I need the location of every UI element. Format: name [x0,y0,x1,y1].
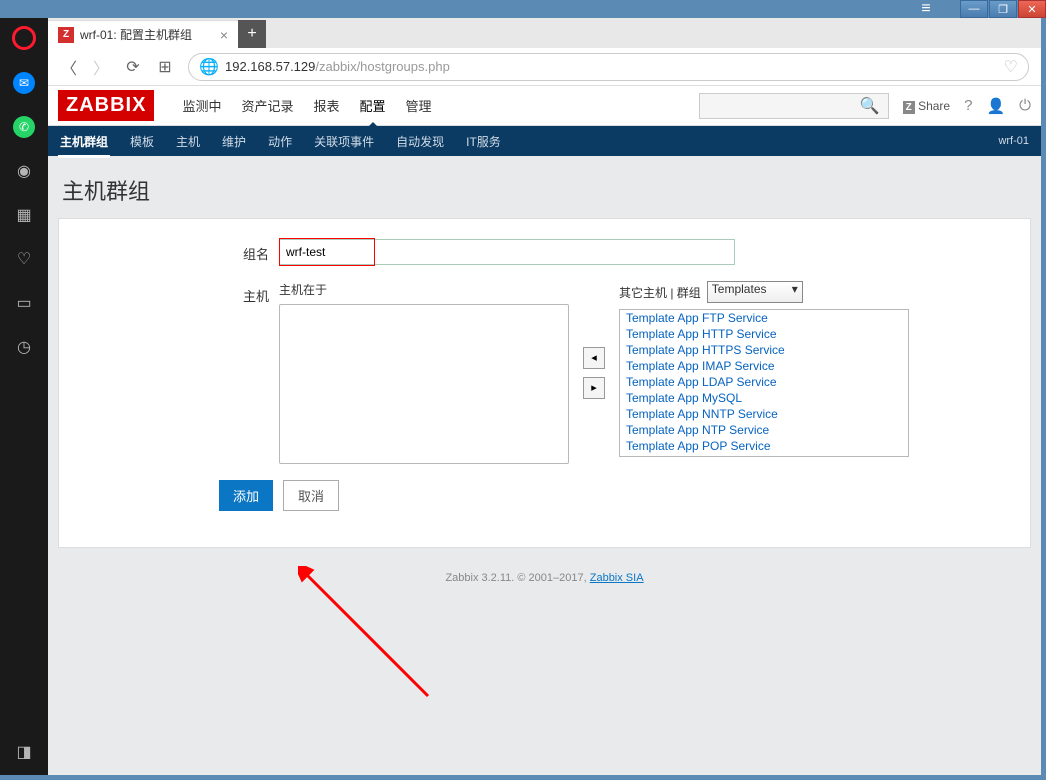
other-hosts-label: 其它主机 | 群组 [619,284,701,301]
nav-reports[interactable]: 报表 [313,86,339,127]
nav-inventory[interactable]: 资产记录 [241,86,293,127]
template-option[interactable]: Template App POP Service [620,438,908,454]
template-option[interactable]: Template App NNTP Service [620,406,908,422]
tab-strip: Z wrf-01: 配置主机群组 × + [48,18,1041,48]
window-titlebar: — ❐ ✕ [959,0,1046,20]
subnav-hostgroups[interactable]: 主机群组 [58,125,110,158]
nav-forward-icon: 〉 [92,55,110,79]
move-left-button[interactable]: ◂ [583,347,605,369]
nav-administration[interactable]: 管理 [406,86,432,127]
share-link[interactable]: Z Share [903,99,950,113]
hosts-in-listbox[interactable] [279,304,569,464]
reload-icon[interactable]: ⟳ [124,57,142,77]
header-right: 🔍 Z Share ? 👤 ⏻ [699,93,1031,119]
opera-sidebar: ✉ ✆ ◉ ▦ ♡ ▭ ◷ ◨ [0,18,48,775]
subnav-actions[interactable]: 动作 [266,125,294,158]
hosts-label: 主机 [219,281,269,305]
window-maximize[interactable]: ❐ [989,0,1017,18]
url-text: 192.168.57.129/zabbix/hostgroups.php [225,59,450,74]
new-tab-button[interactable]: + [238,20,266,48]
bookmark-heart-icon[interactable]: ♡ [1004,57,1018,77]
sub-nav: 主机群组 模板 主机 维护 动作 关联项事件 自动发现 IT服务 wrf-01 [48,126,1041,156]
tab-title: wrf-01: 配置主机群组 [80,26,192,43]
window-menu-icon[interactable]: ≡ [916,0,936,18]
nav-configuration[interactable]: 配置 [360,86,386,127]
zabbix-header: ZABBIX 监测中 资产记录 报表 配置 管理 🔍 Z Share ? 👤 ⏻ [48,86,1041,126]
address-bar: 〈 〉 ⟳ ⊞ 🌐 192.168.57.129/zabbix/hostgrou… [48,48,1041,86]
speed-dial-icon[interactable]: ⊞ [156,57,174,77]
page-title: 主机群组 [62,174,1027,206]
globe-icon: 🌐 [199,57,217,77]
page-content: ZABBIX 监测中 资产记录 报表 配置 管理 🔍 Z Share ? 👤 ⏻… [48,86,1041,775]
help-icon[interactable]: ? [964,97,972,114]
subnav-correlation[interactable]: 关联项事件 [312,125,376,158]
template-option[interactable]: Template App NTP Service [620,422,908,438]
move-right-button[interactable]: ▸ [583,377,605,399]
footer-link[interactable]: Zabbix SIA [590,572,644,584]
window-close[interactable]: ✕ [1018,0,1046,18]
tab-close-icon[interactable]: × [220,27,228,43]
search-icon: 🔍 [860,96,880,116]
subnav-maintenance[interactable]: 维护 [220,125,248,158]
subnav-itservices[interactable]: IT服务 [464,125,503,158]
heart-icon[interactable]: ♡ [13,248,35,270]
cancel-button[interactable]: 取消 [283,480,339,511]
browser-tab[interactable]: Z wrf-01: 配置主机群组 × [48,20,238,48]
nav-monitoring[interactable]: 监测中 [182,86,221,127]
template-option[interactable]: Template App FTP Service [620,310,908,326]
window-minimize[interactable]: — [960,0,988,18]
footer: Zabbix 3.2.11. © 2001–2017, Zabbix SIA [48,558,1041,598]
zabbix-logo[interactable]: ZABBIX [58,90,154,121]
form-card: 组名 主机 主机在于 ◂ ▸ [58,218,1031,548]
whatsapp-icon[interactable]: ✆ [13,116,35,138]
news-icon[interactable]: ▭ [13,292,35,314]
add-button[interactable]: 添加 [219,480,273,511]
group-select[interactable]: Templates ▾ [707,281,803,303]
tab-favicon: Z [58,27,74,43]
group-name-input[interactable] [279,239,735,265]
browser-window: Z wrf-01: 配置主机群组 × + 〈 〉 ⟳ ⊞ 🌐 192.168.5… [48,18,1041,775]
apps-icon[interactable]: ▦ [13,204,35,226]
name-label: 组名 [219,239,269,263]
template-option[interactable]: Template App MySQL [620,390,908,406]
template-option[interactable]: Template App SMTP Service [620,454,908,457]
subnav-templates[interactable]: 模板 [128,125,156,158]
template-option[interactable]: Template App LDAP Service [620,374,908,390]
template-option[interactable]: Template App HTTP Service [620,326,908,342]
history-icon[interactable]: ◷ [13,336,35,358]
template-option[interactable]: Template App IMAP Service [620,358,908,374]
search-input[interactable]: 🔍 [699,93,889,119]
logout-icon[interactable]: ⏻ [1019,97,1031,114]
other-hosts-listbox[interactable]: Template App FTP ServiceTemplate App HTT… [619,309,909,457]
current-host-id: wrf-01 [996,127,1031,155]
user-icon[interactable]: 👤 [986,97,1005,115]
nav-back-icon[interactable]: 〈 [60,55,78,79]
sidebar-toggle-icon[interactable]: ◨ [13,741,35,763]
hosts-in-label: 主机在于 [279,281,569,298]
subnav-discovery[interactable]: 自动发现 [394,125,446,158]
subnav-hosts[interactable]: 主机 [174,125,202,158]
opera-logo-icon[interactable] [12,26,36,50]
url-input[interactable]: 🌐 192.168.57.129/zabbix/hostgroups.php ♡ [188,53,1029,81]
camera-icon[interactable]: ◉ [13,160,35,182]
messenger-icon[interactable]: ✉ [13,72,35,94]
main-nav: 监测中 资产记录 报表 配置 管理 [182,86,431,127]
template-option[interactable]: Template App HTTPS Service [620,342,908,358]
